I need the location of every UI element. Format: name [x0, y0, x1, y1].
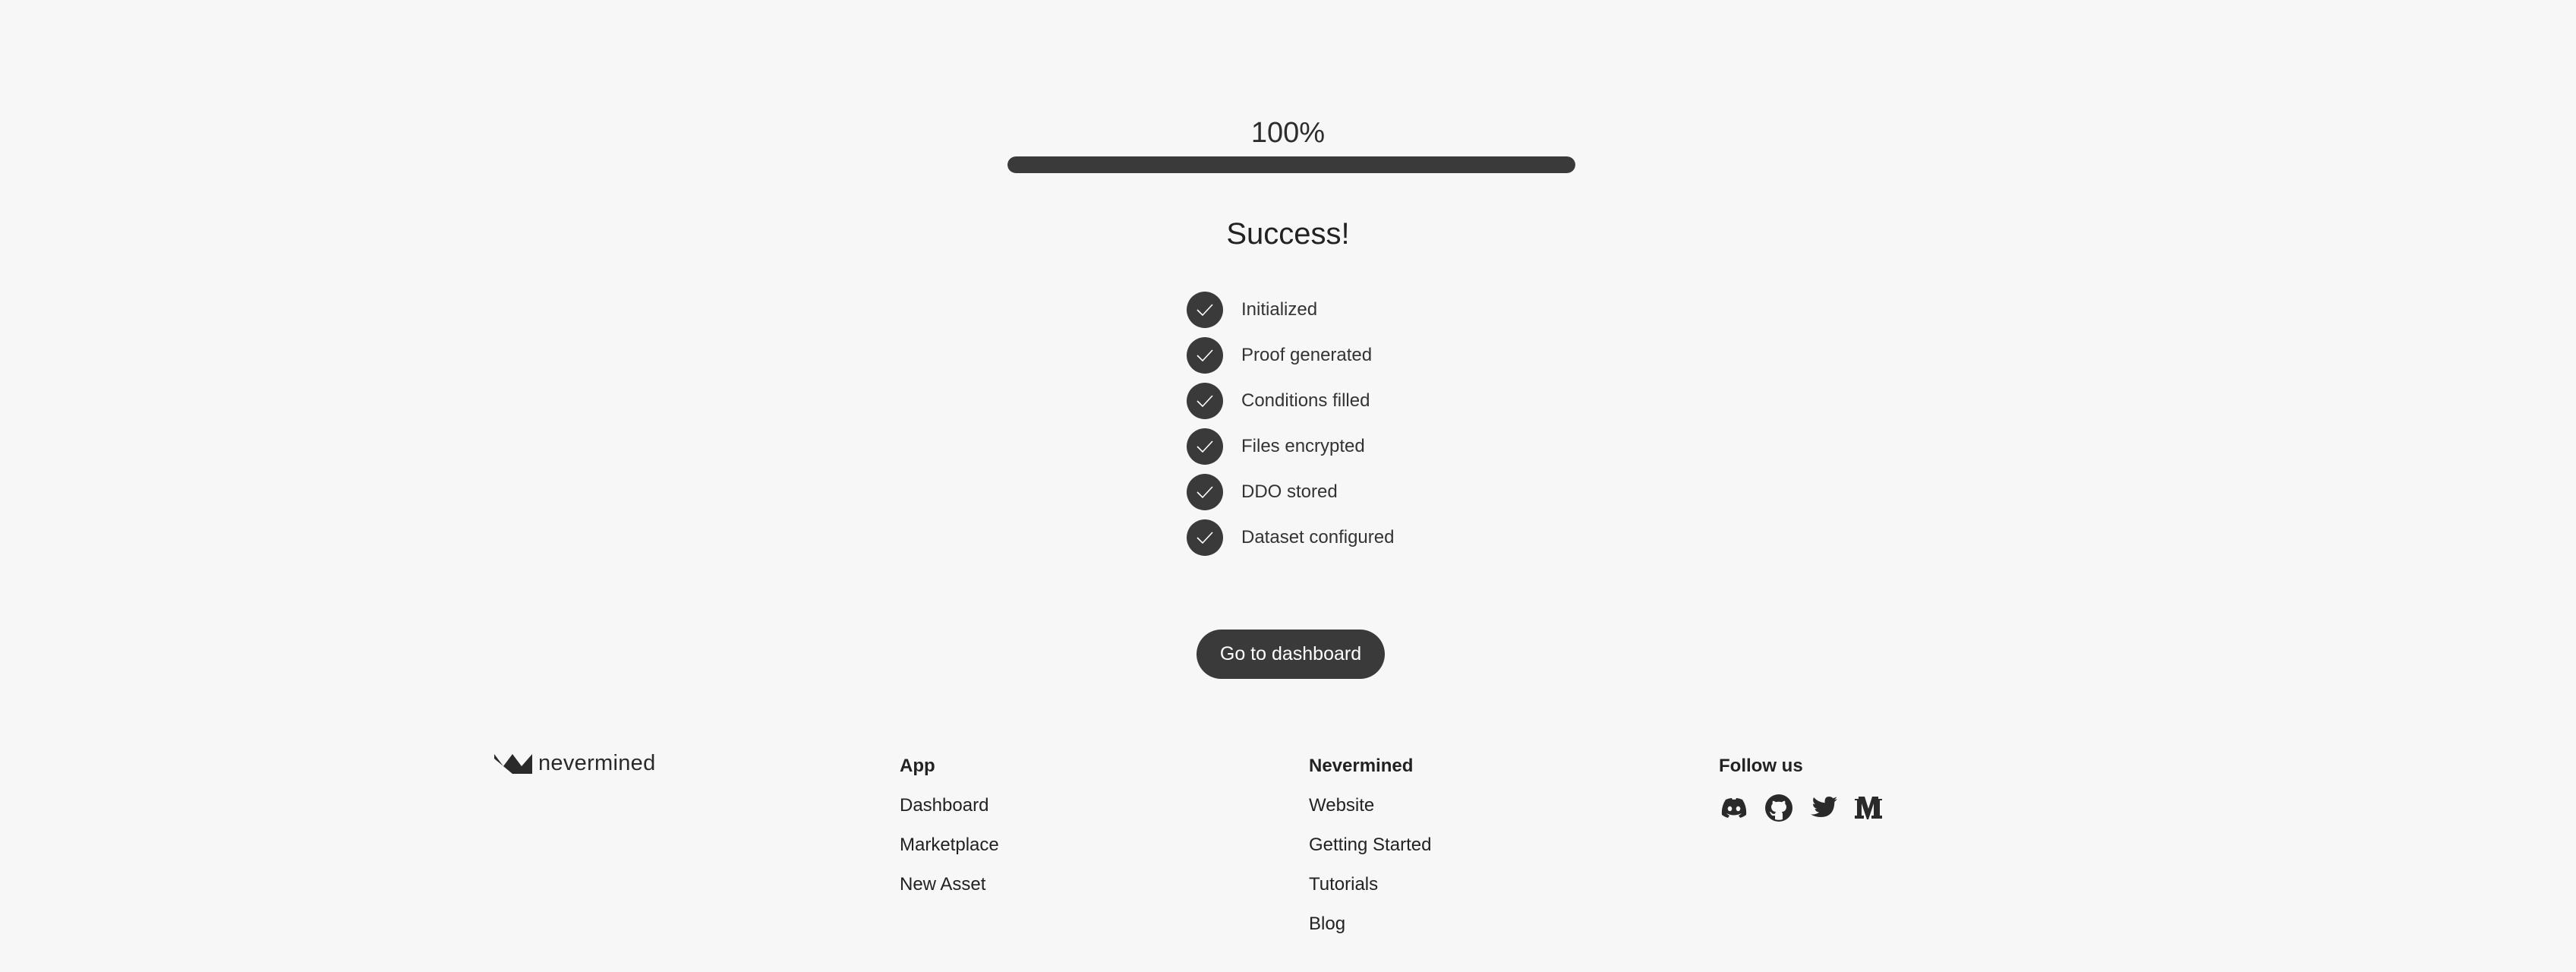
step-item: DDO stored — [1187, 474, 1394, 510]
step-label: Dataset configured — [1241, 527, 1395, 548]
logo-text: nevermined — [538, 751, 656, 775]
check-icon — [1187, 383, 1223, 419]
check-icon — [1187, 337, 1223, 374]
footer-link-marketplace[interactable]: Marketplace — [900, 834, 999, 857]
footer-column-follow: Follow us — [1719, 755, 1898, 823]
footer-heading-app: App — [900, 756, 935, 776]
check-icon — [1187, 428, 1223, 465]
nevermined-logo[interactable]: nevermined — [494, 751, 656, 776]
footer-link-website[interactable]: Website — [1309, 794, 1431, 817]
success-title: Success! — [1226, 217, 1350, 251]
footer-link-dashboard[interactable]: Dashboard — [900, 794, 999, 817]
nevermined-logo-icon — [494, 753, 532, 774]
step-item: Conditions filled — [1187, 383, 1394, 419]
discord-icon[interactable] — [1719, 793, 1749, 823]
step-label: DDO stored — [1241, 481, 1338, 502]
footer-column-app: App Dashboard Marketplace New Asset — [900, 755, 999, 913]
step-label: Conditions filled — [1241, 390, 1370, 411]
step-label: Initialized — [1241, 299, 1318, 320]
footer-link-tutorials[interactable]: Tutorials — [1309, 873, 1431, 896]
twitter-icon[interactable] — [1808, 793, 1839, 823]
medium-icon[interactable] — [1853, 793, 1884, 823]
github-icon[interactable] — [1764, 793, 1794, 823]
footer-heading-follow: Follow us — [1719, 756, 1803, 776]
step-item: Proof generated — [1187, 337, 1394, 374]
step-label: Files encrypted — [1241, 436, 1365, 456]
step-item: Files encrypted — [1187, 428, 1394, 465]
social-links — [1719, 793, 1898, 823]
footer-link-getting-started[interactable]: Getting Started — [1309, 834, 1431, 857]
step-item: Dataset configured — [1187, 519, 1394, 556]
check-icon — [1187, 292, 1223, 328]
progress-bar — [1007, 156, 1575, 173]
check-icon — [1187, 519, 1223, 556]
publish-success-page: 100% Success! Initialized Proof generate… — [0, 0, 2576, 972]
step-item: Initialized — [1187, 292, 1394, 328]
progress-percent-label: 100% — [1250, 117, 1326, 149]
go-to-dashboard-button[interactable]: Go to dashboard — [1197, 630, 1385, 679]
progress-bar-fill — [1007, 156, 1575, 173]
footer-link-new-asset[interactable]: New Asset — [900, 873, 999, 896]
footer-link-blog[interactable]: Blog — [1309, 913, 1431, 936]
footer-heading-nevermined: Nevermined — [1309, 756, 1414, 776]
steps-list: Initialized Proof generated Conditions f… — [1187, 292, 1394, 565]
footer-column-nevermined: Nevermined Website Getting Started Tutor… — [1309, 755, 1431, 952]
step-label: Proof generated — [1241, 345, 1373, 365]
check-icon — [1187, 474, 1223, 510]
